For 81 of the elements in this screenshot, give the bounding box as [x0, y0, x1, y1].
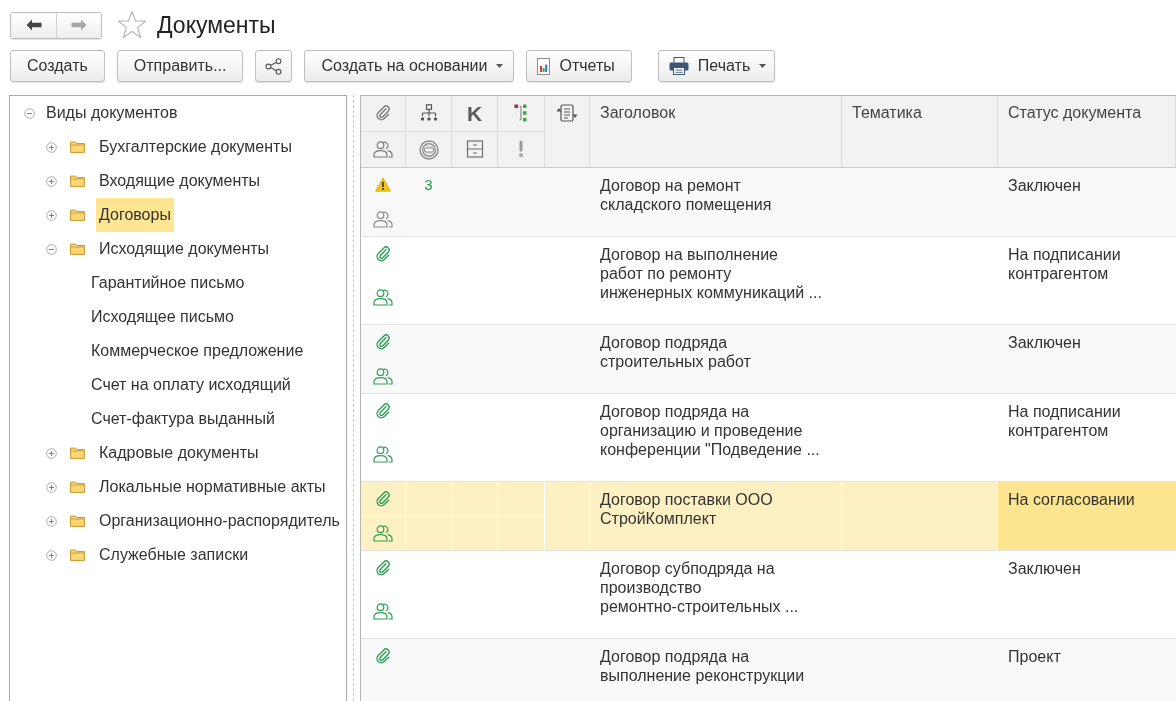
expand-icon[interactable] [46, 209, 57, 221]
people-icon[interactable] [373, 140, 393, 158]
expand-icon[interactable] [46, 481, 57, 493]
count-label: 3 [424, 176, 433, 193]
tree-item[interactable]: Счет на оплату исходящий [88, 368, 294, 402]
expand-icon[interactable] [46, 175, 57, 187]
toolbar-button[interactable]: Создать [10, 50, 105, 82]
title-cell-text: Договор на выполнение работ по ремонту инженерных коммуникаций ... [599, 245, 823, 303]
tree-item[interactable]: Счет-фактура выданный [88, 402, 278, 436]
reports-button[interactable]: Отчеты [526, 50, 632, 82]
caret-icon [759, 64, 767, 68]
table-cell [498, 482, 545, 516]
status-cell-text: Заключен [1007, 333, 1082, 353]
tree-item[interactable]: Бухгалтерские документы [96, 130, 295, 164]
folder-icon [70, 175, 85, 187]
toolbar-button[interactable]: Отправить... [116, 50, 244, 82]
tree-item[interactable]: Локальные нормативные акты [96, 470, 329, 504]
column-header[interactable]: Заголовок [590, 96, 842, 167]
tree-item[interactable]: Входящие документы [96, 164, 264, 198]
title-cell-text: Договор субподряда на производство ремонтно-строительных ... [599, 559, 800, 617]
tree-item[interactable]: Гарантийное письмо [88, 266, 248, 300]
expand-icon[interactable] [46, 141, 57, 153]
status-cell: На согласовании [998, 482, 1176, 550]
printer-icon [668, 57, 689, 75]
expand-icon[interactable] [46, 549, 57, 561]
folder-icon [70, 141, 85, 153]
dropdown-button[interactable]: Создать на основании [304, 50, 515, 82]
tree-item[interactable]: Коммерческое предложение [88, 334, 307, 368]
report-icon [537, 57, 551, 75]
column-header[interactable]: Статус документа [998, 96, 1176, 167]
status-cell-text: На подписании контрагентом [1007, 245, 1122, 284]
table-cell [452, 482, 498, 516]
table-row[interactable]: Договор подряда строительных работ Заключен [361, 325, 1176, 394]
paperclip-icon[interactable] [375, 104, 391, 121]
share-button[interactable] [255, 50, 293, 82]
tree-item[interactable]: Кадровые документы [96, 436, 262, 470]
table-row[interactable]: 3 Договор на ремонт складского помещения Заключен [361, 168, 1176, 237]
table-row[interactable]: Договор поставки ООО СтройКомплект На согласовании [361, 482, 1176, 551]
tree-item[interactable]: Организационно-распорядитель [96, 504, 343, 538]
tree-item[interactable]: Служебные записки [96, 538, 252, 572]
caret-icon [496, 64, 504, 68]
title-cell-text: Договор подряда на выполнение реконструкции [599, 647, 806, 686]
page-title: Документы [157, 11, 276, 40]
status-cell-text: Проект [1007, 647, 1062, 667]
folder-icon [70, 209, 85, 221]
table-row[interactable]: Договор подряда на выполнение реконструкции Проект [361, 639, 1176, 701]
expand-icon[interactable] [46, 447, 57, 459]
tree-item[interactable]: Исходящие документы [96, 232, 273, 266]
status-cell-text: Заключен [1007, 176, 1082, 196]
folder-icon [70, 447, 85, 459]
hierarchy-icon[interactable] [419, 104, 438, 122]
expand-icon[interactable] [46, 515, 57, 527]
title-cell-text: Договор подряда строительных работ [599, 333, 752, 372]
folder-icon [70, 481, 85, 493]
tree-item[interactable]: Виды документов [43, 96, 181, 130]
folder-icon [70, 243, 85, 255]
title-cell-text: Договор на ремонт складского помещения [599, 176, 773, 215]
column-header[interactable]: Тематика [842, 96, 998, 167]
status-cell-text: На подписании контрагентом [1007, 402, 1122, 441]
table-cell [406, 482, 452, 516]
title-cell-text: Договор подряда на организацию и проведение конференции "Подведение ... [599, 402, 821, 460]
collapse-icon[interactable] [24, 107, 35, 119]
column-header[interactable]: K [466, 104, 483, 124]
exclamation-icon[interactable] [517, 140, 525, 158]
folder-icon [70, 515, 85, 527]
cabinet-icon[interactable] [465, 140, 484, 158]
tree-item[interactable]: Договоры [96, 198, 174, 232]
arrow-left-icon [25, 19, 42, 31]
title-cell: Договор поставки ООО СтройКомплект [590, 482, 842, 550]
status-cell-text: Заключен [1007, 559, 1082, 579]
badge-icon[interactable] [418, 140, 439, 160]
print-button[interactable]: Печать [657, 50, 776, 82]
star-icon[interactable] [117, 10, 147, 40]
collapse-icon[interactable] [46, 243, 57, 255]
folder-icon [70, 549, 85, 561]
steps-icon[interactable] [514, 104, 528, 122]
list-arrows-icon[interactable] [556, 104, 578, 122]
back-button[interactable] [11, 12, 56, 38]
share-icon [265, 57, 283, 75]
tree-item[interactable]: Исходящее письмо [88, 300, 237, 334]
arrow-right-icon [71, 19, 87, 31]
